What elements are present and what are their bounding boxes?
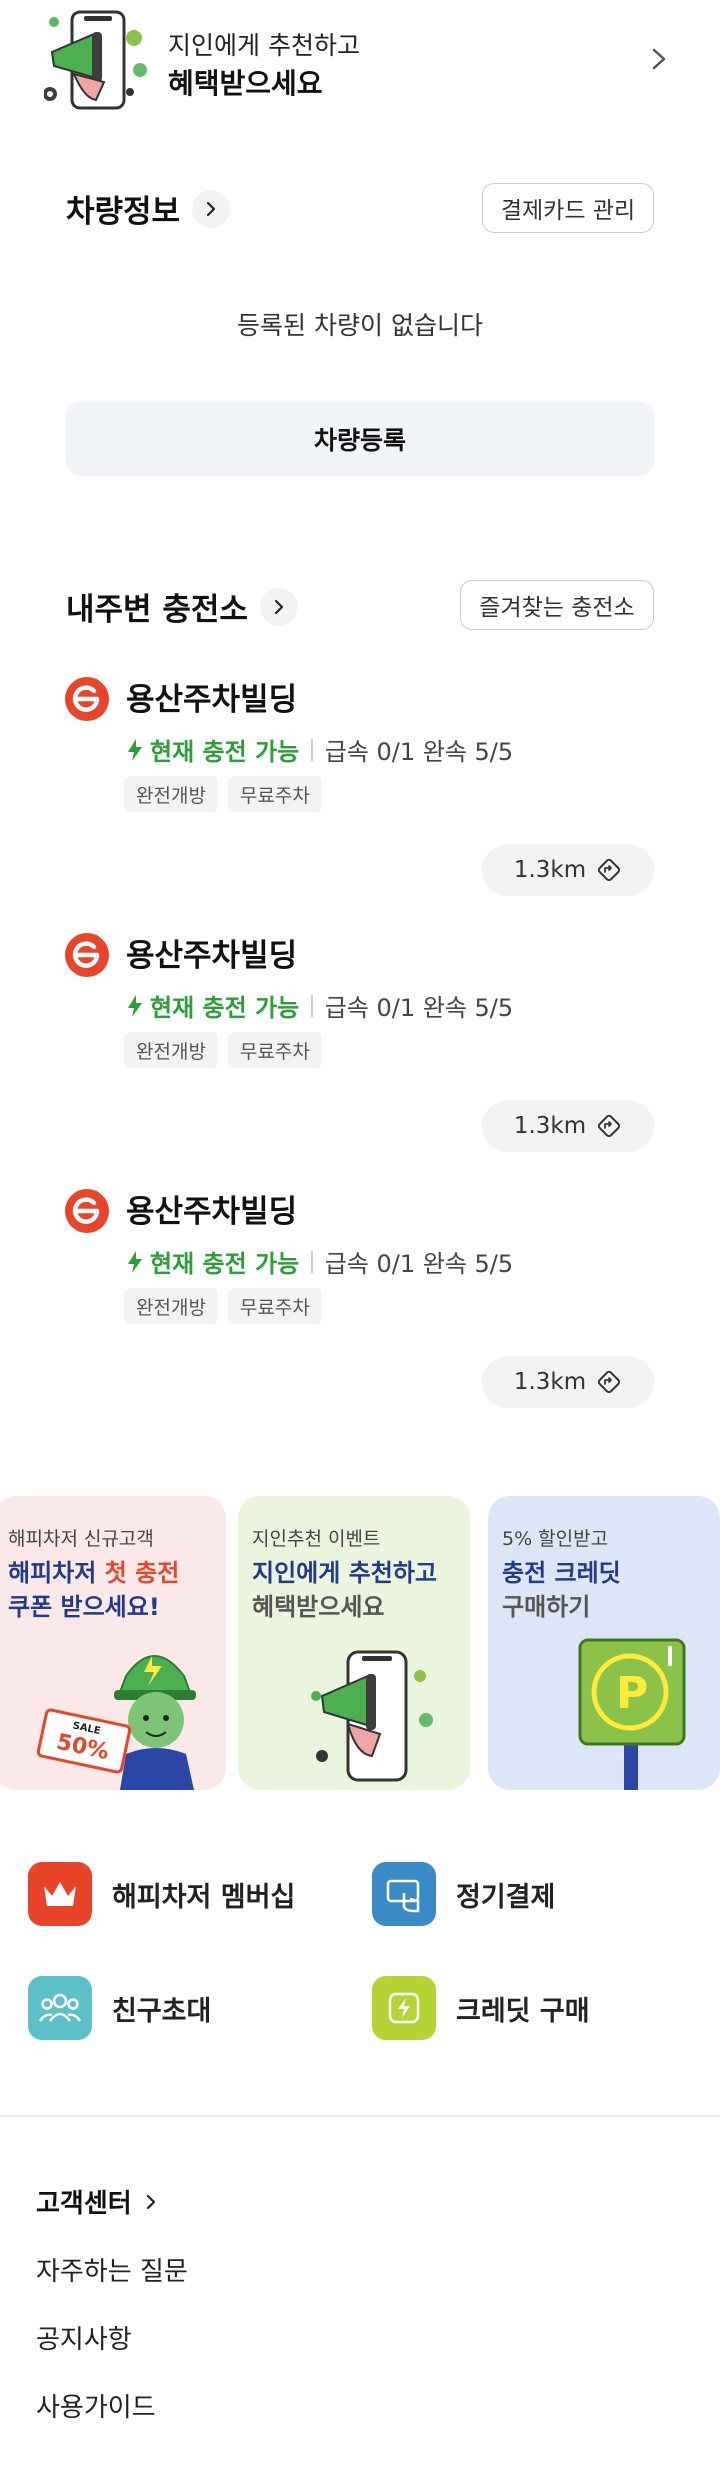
station-item[interactable]: 용산주차빌딩 현재 충전 가능 급속 0/1 완속 5/5 완전개방 무료주차 … <box>0 660 720 900</box>
tag-open: 완전개방 <box>124 1288 218 1324</box>
distance-text: 1.3km <box>513 1369 587 1395</box>
tag-free-parking: 무료주차 <box>227 1032 322 1068</box>
station-item[interactable]: 용산주차빌딩 현재 충전 가능 급속 0/1 완속 5/5 완전개방 무료주차 … <box>0 916 720 1156</box>
availability-text: 현재 충전 가능 <box>150 1250 300 1278</box>
promo-title-line2: 구매하기 <box>502 1593 591 1621</box>
referral-subtitle: 지인에게 추천하고 <box>168 31 360 60</box>
menu-credit-label: 크레딧 구매 <box>456 1995 590 2027</box>
payment-touch-icon <box>372 1862 436 1926</box>
chevron-right-icon <box>146 2194 155 2209</box>
empty-vehicle-message: 등록된 차량이 없습니다 <box>237 311 483 340</box>
nearby-header[interactable]: 내주변 충전소 <box>66 584 298 629</box>
promo-subtitle: 지인추천 이벤트 <box>252 1528 381 1550</box>
station-item[interactable]: 용산주차빌딩 현재 충전 가능 급속 0/1 완속 5/5 완전개방 무료주차 … <box>0 1172 720 1412</box>
promo-title-part: 해피차저 <box>8 1559 105 1587</box>
svg-text:P: P <box>616 1668 648 1719</box>
menu-membership-label: 해피차저 멤버십 <box>112 1881 296 1913</box>
charger-brand-logo-icon <box>64 1188 110 1234</box>
station-status: 현재 충전 가능 급속 0/1 완속 5/5 <box>126 1244 513 1279</box>
promo-card-new-customer[interactable]: 해피차저 신규고객 해피차저 첫 충전 쿠폰 받으세요! SALE 50% <box>0 1496 226 1790</box>
availability-text: 현재 충전 가능 <box>150 738 300 766</box>
register-vehicle-button[interactable]: 차량등록 <box>66 402 654 476</box>
directions-icon <box>598 1370 621 1394</box>
section-divider <box>0 2115 720 2117</box>
charger-brand-logo-icon <box>64 932 110 978</box>
tag-open: 완전개방 <box>124 776 218 812</box>
menu-credit[interactable]: 크레딧 구매 <box>372 1976 590 2040</box>
promo-title-line2: 쿠폰 받으세요! <box>8 1593 160 1621</box>
charger-counts: 급속 0/1 완속 5/5 <box>324 1250 514 1278</box>
station-status: 현재 충전 가능 급속 0/1 완속 5/5 <box>126 988 513 1023</box>
crown-icon <box>28 1862 92 1926</box>
promo-card-credit[interactable]: 5% 할인받고 충전 크레딧 구매하기 P <box>488 1496 720 1790</box>
menu-invite-label: 친구초대 <box>112 1995 212 2027</box>
promo-title: 지인에게 추천하고 혜택받으세요 <box>252 1556 437 1624</box>
faq-link[interactable]: 자주하는 질문 <box>36 2251 188 2288</box>
notice-link[interactable]: 공지사항 <box>36 2319 132 2356</box>
favorite-stations-button[interactable]: 즐겨찾는 충전소 <box>460 580 654 630</box>
distance-text: 1.3km <box>513 857 587 883</box>
megaphone-phone-illustration <box>311 1650 433 1782</box>
charger-counts: 급속 0/1 완속 5/5 <box>324 738 514 766</box>
station-name: 용산주차빌딩 <box>126 938 298 974</box>
divider <box>311 994 313 1017</box>
promo-title: 충전 크레딧 구매하기 <box>502 1556 621 1624</box>
promo-title-line2: 혜택받으세요 <box>252 1593 385 1621</box>
promo-title-highlight: 첫 충전 <box>104 1559 180 1587</box>
customer-center-link[interactable]: 고객센터 <box>36 2183 158 2220</box>
menu-subscription[interactable]: 정기결제 <box>372 1862 555 1926</box>
charger-counts: 급속 0/1 완속 5/5 <box>324 994 514 1022</box>
vehicle-header[interactable]: 차량정보 <box>66 186 231 231</box>
divider <box>311 738 313 761</box>
megaphone-illustration <box>43 8 156 114</box>
customer-center-title: 고객센터 <box>36 2189 132 2219</box>
tag-free-parking: 무료주차 <box>227 1288 322 1324</box>
charger-brand-logo-icon <box>64 676 110 722</box>
divider <box>311 1250 313 1273</box>
station-name: 용산주차빌딩 <box>126 682 298 718</box>
referral-title: 혜택받으세요 <box>168 67 323 100</box>
directions-icon <box>598 1114 621 1138</box>
credit-lightning-icon <box>372 1976 436 2040</box>
friends-icon <box>28 1976 92 2040</box>
promo-subtitle: 5% 할인받고 <box>502 1528 609 1550</box>
vehicle-title: 차량정보 <box>66 194 181 230</box>
nearby-title: 내주변 충전소 <box>66 592 248 628</box>
promo-title: 해피차저 첫 충전 쿠폰 받으세요! <box>8 1556 179 1624</box>
manage-card-button[interactable]: 결제카드 관리 <box>482 183 654 233</box>
promo-card-referral[interactable]: 지인추천 이벤트 지인에게 추천하고 혜택받으세요 <box>238 1496 470 1790</box>
distance-text: 1.3km <box>513 1113 587 1139</box>
tag-open: 완전개방 <box>124 1032 218 1068</box>
directions-button[interactable]: 1.3km <box>482 1356 654 1408</box>
station-name: 용산주차빌딩 <box>126 1194 298 1230</box>
menu-subscription-label: 정기결제 <box>456 1881 556 1913</box>
lightning-icon <box>128 738 142 761</box>
directions-button[interactable]: 1.3km <box>482 844 654 896</box>
directions-icon <box>598 858 621 882</box>
promo-title-line1: 지인에게 추천하고 <box>252 1559 437 1587</box>
chevron-right-icon[interactable] <box>259 587 298 626</box>
parking-charger-sign-illustration: P <box>578 1638 686 1790</box>
promo-title-line1: 충전 크레딧 <box>502 1559 621 1587</box>
directions-button[interactable]: 1.3km <box>482 1100 654 1152</box>
promo-subtitle: 해피차저 신규고객 <box>8 1528 154 1550</box>
tag-free-parking: 무료주차 <box>227 776 322 812</box>
lightning-icon <box>128 1250 142 1273</box>
chevron-right-icon[interactable] <box>192 189 231 228</box>
lightning-icon <box>128 994 142 1017</box>
referral-arrow-icon[interactable] <box>648 44 670 74</box>
station-status: 현재 충전 가능 급속 0/1 완속 5/5 <box>126 732 513 767</box>
availability-text: 현재 충전 가능 <box>150 994 300 1022</box>
user-guide-link[interactable]: 사용가이드 <box>36 2387 156 2424</box>
menu-invite[interactable]: 친구초대 <box>28 1976 211 2040</box>
menu-membership[interactable]: 해피차저 멤버십 <box>28 1862 295 1926</box>
